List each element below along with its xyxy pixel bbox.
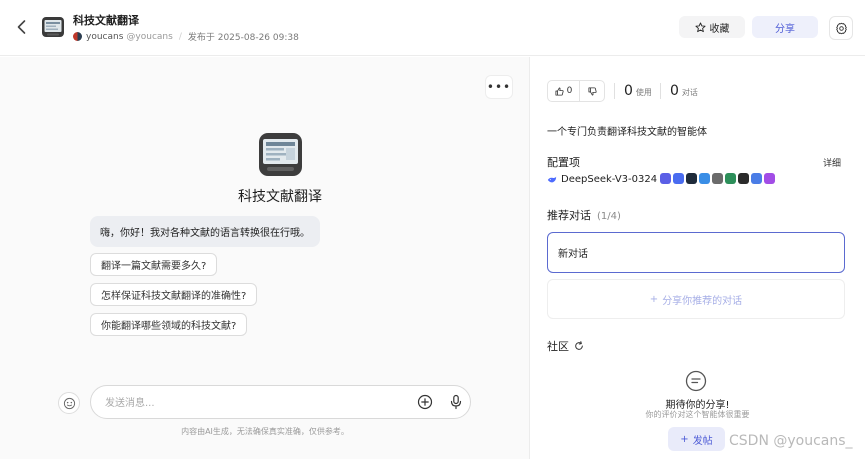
- thumbs-down-icon: [587, 86, 597, 96]
- chat-panel: ••• 科技文献翻译 嗨，你好！我对各种文献的语言转换很在行哦。 翻译一篇文献需…: [0, 57, 530, 459]
- suggested-question[interactable]: 你能翻译哪些领域的科技文献?: [90, 313, 248, 336]
- stat-separator: [614, 83, 615, 99]
- favorite-button[interactable]: 收藏: [679, 16, 745, 38]
- star-icon: [694, 21, 706, 32]
- share-recommend-label: 分享你推荐的对话: [662, 295, 743, 307]
- ai-disclaimer: 内容由AI生成，无法确保真实准确，仅供参考。: [181, 427, 349, 436]
- like-button[interactable]: 0: [548, 81, 580, 101]
- recommend-title: 推荐对话: [547, 209, 591, 222]
- thumbs-up-icon: [555, 86, 564, 96]
- plus-icon: +: [680, 433, 689, 445]
- dialog-label: 对话: [681, 88, 698, 97]
- community-header: 社区: [547, 338, 584, 354]
- plugin-icon[interactable]: [725, 173, 736, 184]
- agent-info-panel: 0 0 使用 0 对话 一个专门负责翻译科技文献的智能体 配置项 详细 Deep…: [530, 57, 865, 459]
- recommend-header: 推荐对话 (1/4): [547, 207, 621, 223]
- plugin-icons: [660, 173, 775, 184]
- dislike-button[interactable]: [580, 86, 604, 96]
- bot-name: 科技文献翻译: [238, 189, 322, 205]
- model-info: DeepSeek-V3-0324: [547, 174, 657, 185]
- suggested-question[interactable]: 翻译一篇文献需要多久?: [90, 253, 218, 276]
- top-header: 科技文献翻译 youcans @youcans / 发布于 2025-08-26…: [0, 0, 865, 56]
- share-button[interactable]: 分享: [752, 16, 818, 38]
- empty-subtitle: 你的评价对这个智能体很重要: [645, 410, 750, 419]
- author-name[interactable]: youcans: [86, 32, 123, 42]
- config-detail-link[interactable]: 详细: [823, 156, 841, 169]
- recommended-dialog-item[interactable]: 新对话: [547, 232, 845, 273]
- post-button[interactable]: + 发帖: [668, 427, 725, 451]
- dialog-count: 0: [670, 83, 679, 99]
- suggested-question[interactable]: 怎样保证科技文献翻译的准确性?: [90, 283, 258, 306]
- dialog-stat: 0 对话: [670, 83, 698, 99]
- plugin-icon[interactable]: [738, 173, 749, 184]
- back-arrow-icon[interactable]: [12, 17, 32, 37]
- smile-icon: [63, 397, 75, 409]
- plugin-icon[interactable]: [660, 173, 671, 184]
- recommend-count: (1/4): [597, 211, 621, 222]
- published-time: 发布于 2025-08-26 09:38: [187, 33, 299, 43]
- whale-icon: [547, 176, 557, 182]
- message-input[interactable]: [105, 394, 405, 412]
- app-avatar-icon: [42, 17, 64, 37]
- plugin-icon[interactable]: [699, 173, 710, 184]
- message-input-box: [90, 385, 471, 419]
- post-label: 发帖: [692, 435, 713, 447]
- bot-avatar-icon: [259, 133, 302, 176]
- plugin-icon[interactable]: [686, 173, 697, 184]
- usage-count: 0: [624, 83, 633, 99]
- author-handle: @youcans: [126, 31, 173, 42]
- agent-title: 科技文献翻译: [73, 14, 139, 27]
- microphone-icon[interactable]: [448, 394, 464, 410]
- settings-button[interactable]: [829, 16, 853, 40]
- config-title: 配置项: [547, 156, 580, 169]
- plus-icon: +: [649, 293, 659, 305]
- vote-group: 0: [547, 80, 605, 102]
- agent-meta: youcans @youcans / 发布于 2025-08-26 09:38: [73, 30, 299, 43]
- greeting-message: 嗨，你好！我对各种文献的语言转换很在行哦。: [90, 216, 320, 247]
- like-count: 0: [566, 86, 573, 96]
- share-recommend-button[interactable]: + 分享你推荐的对话: [547, 279, 845, 319]
- agent-description: 一个专门负责翻译科技文献的智能体: [547, 127, 707, 138]
- community-title: 社区: [547, 340, 569, 353]
- author-avatar[interactable]: [73, 32, 82, 41]
- add-attachment-icon[interactable]: [417, 394, 433, 410]
- chat-bubble-icon: [685, 370, 707, 392]
- gear-icon: [835, 22, 847, 34]
- refresh-icon[interactable]: [574, 341, 584, 351]
- agent-switch-button[interactable]: [58, 392, 80, 414]
- watermark: CSDN @youcans_: [729, 433, 853, 449]
- stat-separator: [660, 83, 661, 99]
- plugin-icon[interactable]: [712, 173, 723, 184]
- usage-label: 使用: [635, 88, 652, 97]
- share-label: 分享: [775, 23, 795, 35]
- model-name: DeepSeek-V3-0324: [561, 174, 658, 185]
- favorite-label: 收藏: [709, 23, 730, 35]
- meta-separator: /: [178, 31, 182, 42]
- more-options-button[interactable]: •••: [485, 75, 513, 99]
- plugin-icon[interactable]: [764, 173, 775, 184]
- usage-stat: 0 使用: [624, 83, 652, 99]
- plugin-icon[interactable]: [751, 173, 762, 184]
- plugin-icon[interactable]: [673, 173, 684, 184]
- ellipsis-icon: •••: [486, 80, 512, 94]
